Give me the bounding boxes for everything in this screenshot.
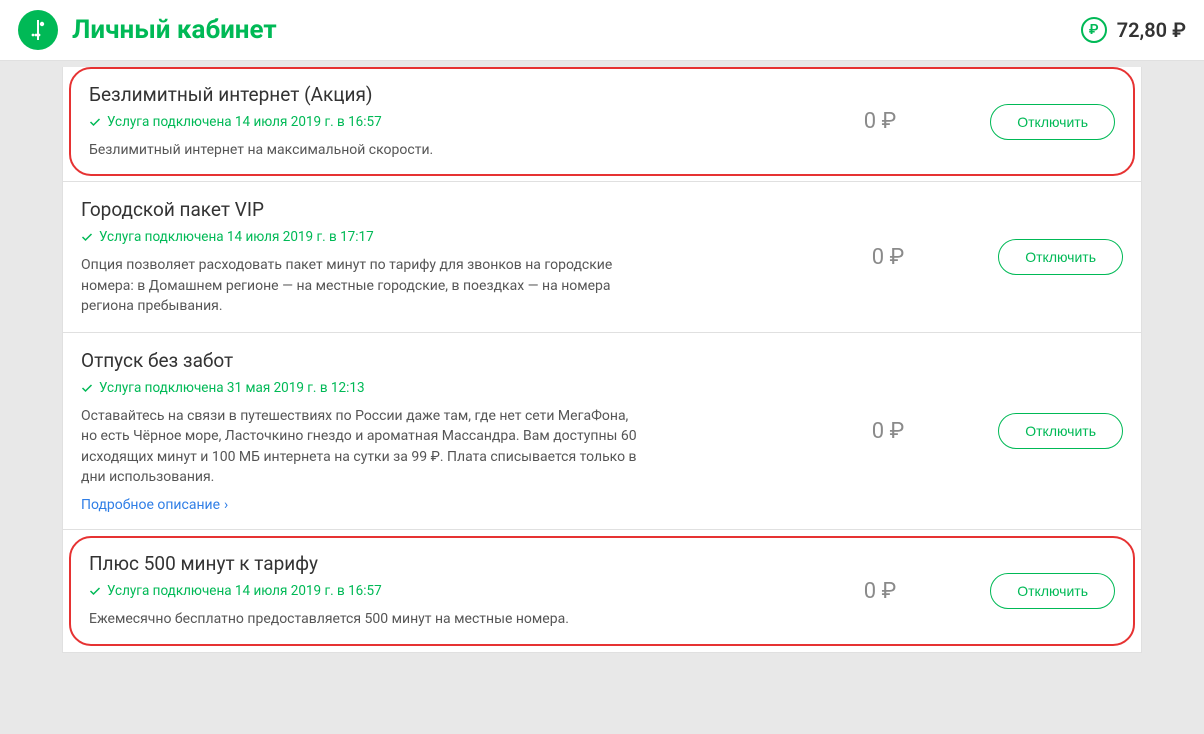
service-desc: Опция позволяет расходовать пакет минут … [81,255,641,316]
service-status-text: Услуга подключена 31 мая 2019 г. в 12:13 [99,380,365,396]
service-desc: Оставайтесь на связи в путешествиях по Р… [81,406,641,487]
service-price: 0 ₽ [833,245,943,270]
content: Безлимитный интернет (Акция) Услуга подк… [62,67,1142,673]
service-status-text: Услуга подключена 14 июля 2019 г. в 16:5… [107,583,382,599]
service-price: 0 ₽ [833,419,943,444]
logo-icon[interactable] [18,10,58,50]
service-title: Городской пакет VIP [81,198,813,221]
header-left: Личный кабинет [18,10,277,50]
header-right: ₽ 72,80 ₽ [1081,17,1186,43]
chevron-right-icon: › [224,497,228,513]
disconnect-button[interactable]: Отключить [998,239,1123,275]
service-title: Плюс 500 минут к тарифу [89,552,805,575]
service-price: 0 ₽ [825,579,935,604]
service-price: 0 ₽ [825,109,935,134]
service-card: Безлимитный интернет (Акция) Услуга подк… [69,67,1135,176]
service-status: Услуга подключена 14 июля 2019 г. в 17:1… [81,229,813,245]
service-status: Услуга подключена 14 июля 2019 г. в 16:5… [89,114,805,130]
service-status: Услуга подключена 31 мая 2019 г. в 12:13 [81,380,813,396]
service-status: Услуга подключена 14 июля 2019 г. в 16:5… [89,583,805,599]
details-link-text: Подробное описание [81,497,220,513]
service-status-text: Услуга подключена 14 июля 2019 г. в 17:1… [99,229,374,245]
service-card: Отпуск без забот Услуга подключена 31 ма… [63,332,1141,530]
disconnect-button[interactable]: Отключить [990,104,1115,140]
disconnect-button[interactable]: Отключить [998,413,1123,449]
service-desc: Безлимитный интернет на максимальной ско… [89,140,649,160]
service-status-text: Услуга подключена 14 июля 2019 г. в 16:5… [107,114,382,130]
page-title: Личный кабинет [72,15,277,45]
service-title: Отпуск без забот [81,349,813,372]
check-icon [81,382,93,394]
service-desc: Ежемесячно бесплатно предоставляется 500… [89,609,649,629]
service-title: Безлимитный интернет (Акция) [89,83,805,106]
ruble-icon: ₽ [1081,17,1107,43]
service-card: Плюс 500 минут к тарифу Услуга подключен… [69,536,1135,645]
details-link[interactable]: Подробное описание › [81,497,228,513]
balance-amount: 72,80 ₽ [1117,18,1186,42]
services-panel: Безлимитный интернет (Акция) Услуга подк… [62,67,1142,653]
service-card: Городской пакет VIP Услуга подключена 14… [63,181,1141,333]
disconnect-button[interactable]: Отключить [990,573,1115,609]
check-icon [89,116,101,128]
header: Личный кабинет ₽ 72,80 ₽ [0,0,1204,61]
check-icon [89,585,101,597]
check-icon [81,231,93,243]
